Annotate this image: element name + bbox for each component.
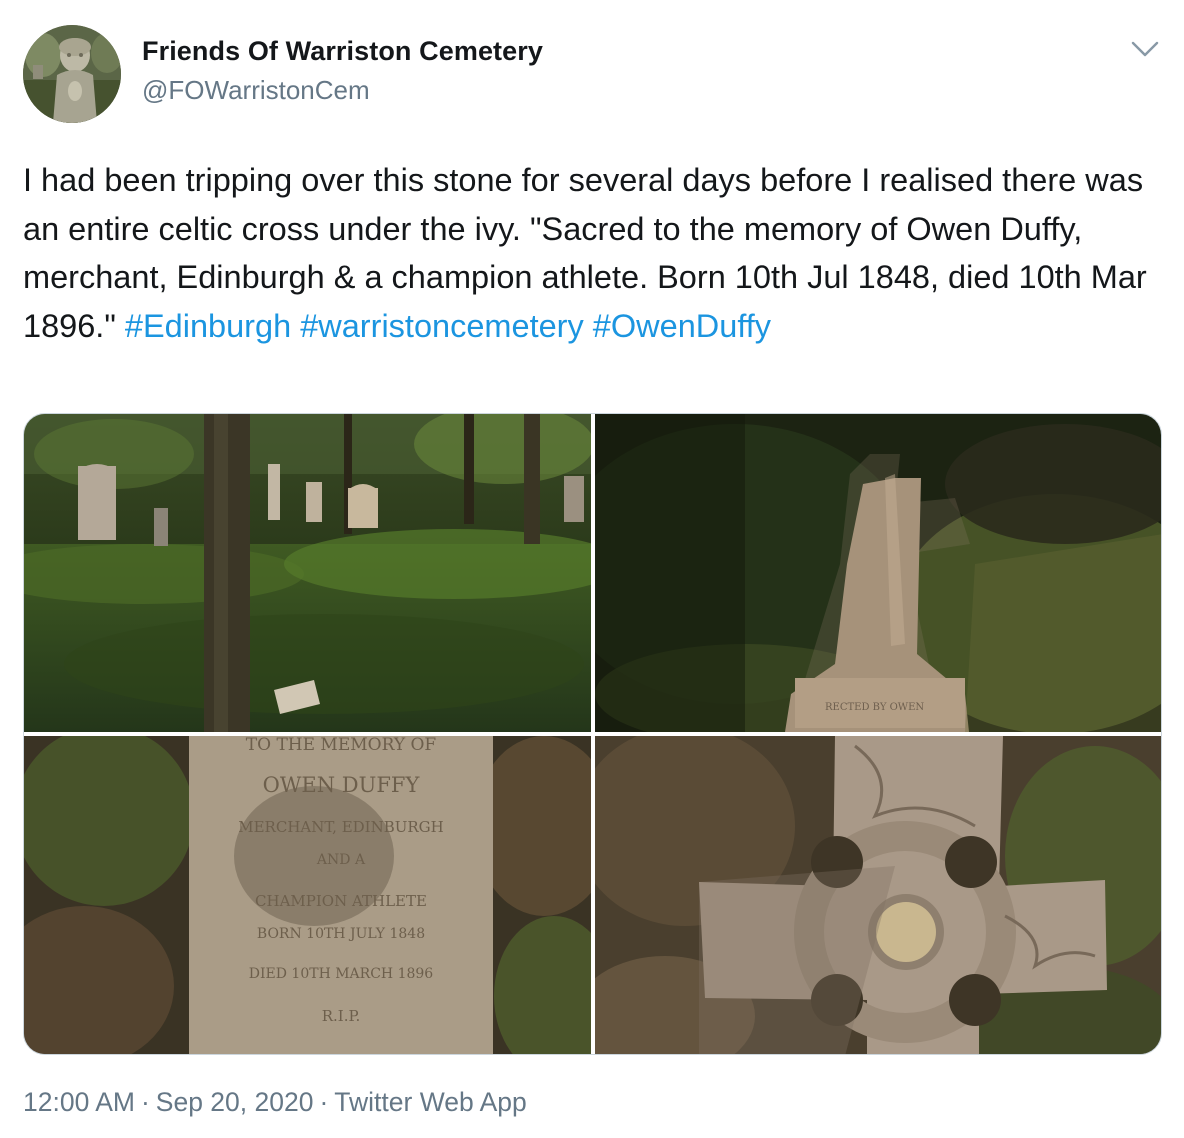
svg-text:RECTED BY OWEN: RECTED BY OWEN: [825, 702, 924, 713]
photo-inscription[interactable]: TO THE MEMORY OF OWEN DUFFY MERCHANT, ED…: [24, 736, 591, 1054]
hashtag-owenduffy[interactable]: #OwenDuffy: [593, 308, 771, 344]
ivy-covered-graveyard-icon: [24, 414, 591, 732]
tweet-time[interactable]: 12:00 AM: [23, 1087, 135, 1117]
display-name[interactable]: Friends Of Warriston Cemetery: [142, 36, 543, 67]
photo-celtic-cross[interactable]: [595, 736, 1161, 1054]
hashtag-edinburgh[interactable]: #Edinburgh: [125, 308, 291, 344]
tweet-meta: 12:00 AM · Sep 20, 2020 · Twitter Web App: [23, 1087, 527, 1118]
inscription-line-7: DIED 10TH MARCH 1896: [249, 966, 434, 982]
tweet-text: I had been tripping over this stone for …: [23, 156, 1168, 350]
inscription-line-8: R.I.P.: [322, 1007, 361, 1025]
meta-separator: ·: [140, 1087, 150, 1117]
avatar[interactable]: [23, 25, 121, 123]
tweet-source[interactable]: Twitter Web App: [334, 1087, 526, 1117]
celtic-cross-head-icon: [595, 736, 1161, 1054]
inscription-line-1: TO THE MEMORY OF: [246, 736, 437, 755]
inscription-line-5: CHAMPION ATHLETE: [255, 892, 427, 910]
inscribed-stone-closeup-icon: TO THE MEMORY OF OWEN DUFFY MERCHANT, ED…: [24, 736, 591, 1054]
photo-graveyard[interactable]: [24, 414, 591, 732]
tweet-card: Friends Of Warriston Cemetery @FOWarrist…: [0, 0, 1184, 1138]
inscription-line-4: AND A: [316, 852, 366, 868]
media-grid: RECTED BY OWEN TO THE MEMORY OF OWEN DUF…: [23, 413, 1162, 1055]
photo-fallen-cross[interactable]: RECTED BY OWEN: [595, 414, 1161, 732]
tweet-date[interactable]: Sep 20, 2020: [156, 1087, 314, 1117]
hashtag-warristoncemetery[interactable]: #warristoncemetery: [300, 308, 584, 344]
user-handle[interactable]: @FOWarristonCem: [142, 75, 370, 106]
inscription-line-3: MERCHANT, EDINBURGH: [238, 818, 444, 836]
cherub-statue-icon: [23, 25, 121, 123]
chevron-down-icon[interactable]: [1128, 34, 1162, 64]
fallen-cross-in-ivy-icon: RECTED BY OWEN: [595, 414, 1161, 732]
meta-separator-2: ·: [319, 1087, 329, 1117]
inscription-line-2: OWEN DUFFY: [263, 773, 421, 797]
inscription-line-6: BORN 10TH JULY 1848: [257, 926, 425, 942]
